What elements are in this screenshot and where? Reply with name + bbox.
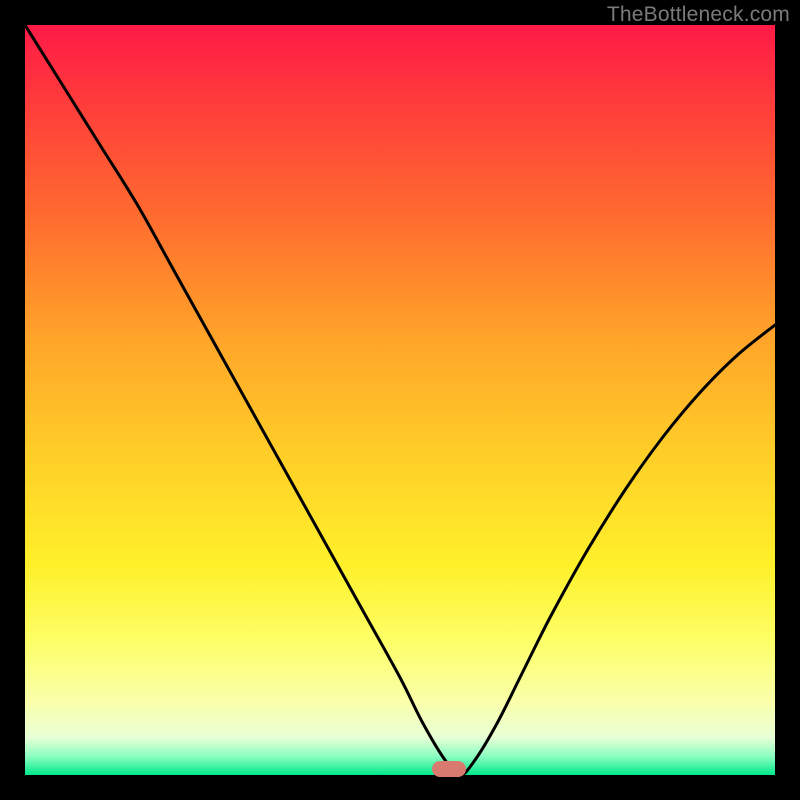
plot-area — [25, 25, 775, 775]
chart-frame: TheBottleneck.com — [0, 0, 800, 800]
curve-path — [25, 25, 775, 775]
optimal-marker — [432, 761, 466, 777]
bottleneck-curve — [25, 25, 775, 775]
watermark-text: TheBottleneck.com — [607, 3, 790, 27]
